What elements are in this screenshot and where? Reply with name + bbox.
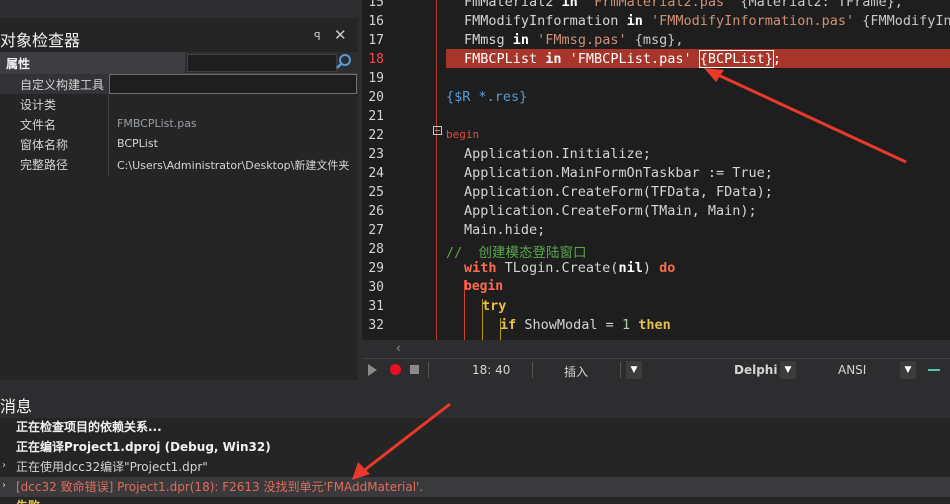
- line-number: 25: [368, 185, 384, 200]
- code-line-22: begin: [446, 128, 480, 141]
- property-value[interactable]: BCPList: [117, 137, 357, 150]
- line-number: 15: [368, 0, 384, 10]
- block-guide-line: [500, 318, 501, 340]
- code-line-18-error: FMBCPList in 'FMBCPList.pas' {BCPList};: [464, 50, 782, 68]
- line-number: 27: [368, 223, 384, 238]
- status-separator: [428, 362, 429, 378]
- code-line-31: try: [482, 298, 507, 314]
- code-line-17: FMmsg in 'FMmsg.pas' {msg},: [464, 32, 684, 48]
- code-line-20: {$R *.res}: [446, 89, 528, 105]
- status-separator: [620, 362, 621, 378]
- message-item[interactable]: 正在使用dcc32编译"Project1.dpr": [16, 458, 208, 475]
- cursor-position: 18: 40: [472, 363, 511, 377]
- line-number: 32: [368, 318, 384, 333]
- line-number: 21: [368, 109, 384, 124]
- panel-top-strip: [0, 0, 358, 18]
- line-number: 31: [368, 299, 384, 314]
- play-macro-icon[interactable]: [368, 364, 377, 376]
- code-line-27: Main.hide;: [464, 222, 546, 238]
- code-line-16: FMModifyInformation in 'FMModifyInformat…: [464, 13, 950, 29]
- line-number: 28: [368, 242, 384, 257]
- property-name: 窗体名称: [20, 138, 69, 152]
- block-guide-line: [482, 299, 483, 340]
- search-icon[interactable]: [335, 53, 353, 71]
- property-search-input[interactable]: [187, 54, 337, 72]
- status-separator: [532, 362, 533, 378]
- property-value[interactable]: C:\Users\Administrator\Desktop\新建文件夹: [117, 157, 357, 173]
- line-number: 16: [368, 14, 384, 29]
- pin-icon[interactable]: ꟼ: [314, 30, 321, 43]
- property-name: 文件名: [20, 118, 57, 132]
- language-dropdown-icon[interactable]: ▼: [780, 361, 796, 379]
- line-number: 17: [368, 33, 384, 48]
- record-macro-icon[interactable]: [390, 364, 401, 375]
- close-icon[interactable]: ✕: [334, 26, 347, 44]
- language-selector[interactable]: Delphi: [734, 363, 777, 377]
- property-value-editor[interactable]: [109, 74, 357, 94]
- line-number: 20: [368, 90, 384, 105]
- property-row-custom-build-tool[interactable]: 自定义构建工具: [0, 74, 358, 94]
- minimize-icon[interactable]: [928, 369, 940, 371]
- property-row-full-path[interactable]: 完整路径 C:\Users\Administrator\Desktop\新建文件…: [0, 154, 358, 174]
- insert-mode[interactable]: 插入: [564, 363, 588, 380]
- code-line-15: FmMaterial2 in 'FrmMaterial2.pas' {Mater…: [464, 0, 903, 10]
- code-line-26: Application.CreateForm(TMain, Main);: [464, 203, 757, 219]
- block-guide-line: [464, 280, 465, 340]
- code-line-25: Application.CreateForm(TFData, FData);: [464, 184, 773, 200]
- line-number: 24: [368, 166, 384, 181]
- property-name: 设计类: [20, 98, 57, 112]
- line-number: 22: [368, 128, 384, 143]
- property-row-design-class[interactable]: 设计类: [0, 94, 358, 114]
- line-number: 29: [368, 261, 384, 276]
- tab-properties[interactable]: 属性: [0, 52, 185, 74]
- line-number: 30: [368, 280, 384, 295]
- property-row-form-name[interactable]: 窗体名称 BCPList: [0, 134, 358, 154]
- message-item[interactable]: 正在检查项目的依赖关系...: [16, 418, 162, 435]
- expand-chevron-icon[interactable]: ›: [2, 460, 6, 471]
- object-inspector-panel: 对象检查器 ꟼ ✕ 属性 自定义构建工具 设计类 文件名 FMBCPList.p…: [0, 0, 358, 380]
- code-line-28-comment: // 创建模态登陆窗口: [446, 245, 587, 261]
- line-number: 19: [368, 71, 384, 86]
- code-line-30: begin: [464, 279, 504, 294]
- code-line-29: with TLogin.Create(nil) do: [464, 260, 676, 276]
- messages-title-bar: [0, 380, 950, 418]
- scroll-left-icon[interactable]: ‹: [396, 341, 401, 355]
- encoding-selector[interactable]: ANSI: [838, 363, 866, 377]
- fold-indicator-line: [436, 0, 437, 340]
- property-name: 自定义构建工具: [20, 78, 105, 92]
- message-item-failed[interactable]: 失败: [16, 497, 40, 504]
- horizontal-scrollbar[interactable]: ‹: [362, 340, 950, 358]
- property-name: 完整路径: [20, 158, 69, 172]
- stop-macro-icon[interactable]: [410, 365, 419, 374]
- line-number-gutter: 15 16 17 18 19 20 21 22 23 24 25 26 27 2…: [362, 0, 388, 358]
- messages-title: 消息: [0, 397, 33, 416]
- encoding-dropdown-icon[interactable]: ▼: [900, 361, 916, 379]
- mode-dropdown-icon[interactable]: ▼: [626, 361, 642, 379]
- property-value[interactable]: FMBCPList.pas: [117, 117, 357, 130]
- code-editor[interactable]: 15 16 17 18 19 20 21 22 23 24 25 26 27 2…: [362, 0, 950, 358]
- line-number: 26: [368, 204, 384, 219]
- message-item-error[interactable]: [dcc32 致命错误] Project1.dpr(18): F2613 没找到…: [16, 478, 423, 495]
- editor-status-bar: 18: 40 插入 ▼ Delphi ▼ ANSI ▼: [362, 358, 950, 380]
- line-number-error: 18: [368, 52, 384, 67]
- fold-toggle-icon[interactable]: −: [433, 126, 442, 135]
- code-line-23: Application.Initialize;: [464, 146, 651, 162]
- line-number: 23: [368, 147, 384, 162]
- messages-panel: 消息 正在检查项目的依赖关系... 正在编译Project1.dproj (De…: [0, 380, 950, 504]
- message-item[interactable]: 正在编译Project1.dproj (Debug, Win32): [16, 438, 271, 455]
- code-line-24: Application.MainFormOnTaskbar := True;: [464, 165, 773, 181]
- expand-chevron-icon[interactable]: ›: [2, 480, 6, 491]
- property-row-file-name[interactable]: 文件名 FMBCPList.pas: [0, 114, 358, 134]
- object-inspector-title: 对象检查器: [0, 31, 81, 50]
- code-line-32: if ShowModal = 1 then: [500, 317, 671, 333]
